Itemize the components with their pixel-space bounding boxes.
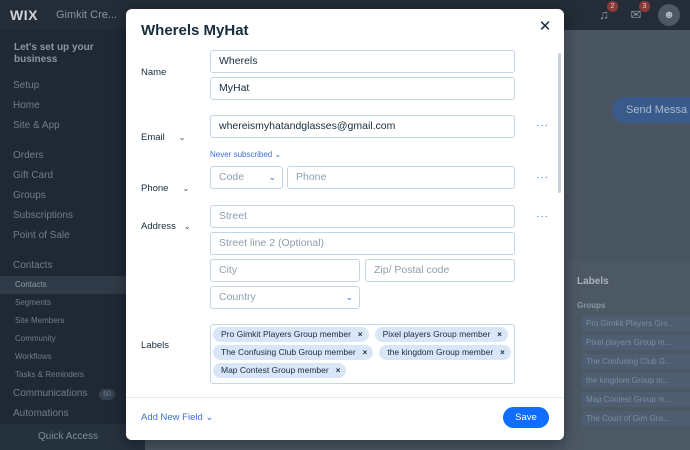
label-chip: the kingdom Group member × xyxy=(379,345,511,360)
send-message-button[interactable]: Send Messa xyxy=(612,97,690,123)
panel-chip: Pro Gimkit Players Gro... xyxy=(582,316,690,331)
panel-chip: The Confusing Club G... xyxy=(582,354,690,369)
modal-scrollbar[interactable] xyxy=(558,53,561,193)
label-chip: The Confusing Club Group member × xyxy=(213,345,374,360)
quick-access-button[interactable]: Quick Access xyxy=(0,424,145,450)
sidebar: Let's set up your business Setup Home Si… xyxy=(0,30,145,450)
sidebar-item-contacts[interactable]: Contacts xyxy=(0,256,145,276)
count-badge: 60 xyxy=(99,389,115,400)
email-more-icon[interactable]: ··· xyxy=(536,120,549,131)
close-icon[interactable]: ✕ xyxy=(536,18,554,36)
phone-more-icon[interactable]: ··· xyxy=(536,172,549,183)
subscription-status-text: Never subscribed xyxy=(210,150,273,159)
sidebar-item-automations[interactable]: Automations xyxy=(0,404,145,424)
label-chips: Pro Gimkit Players Group member × Pixel p… xyxy=(213,327,512,378)
sidebar-item-home[interactable]: Home xyxy=(0,96,145,116)
street2-input[interactable]: Street line 2 (Optional) xyxy=(210,232,515,255)
sidebar-item-point-of-sale[interactable]: Point of Sale xyxy=(0,226,145,246)
edit-contact-modal: Wherels MyHat ✕ Name Wherels MyHat Email… xyxy=(126,9,564,440)
site-selector[interactable]: Gimkit Cre... xyxy=(56,9,117,21)
label-chip: Map Contest Group member × xyxy=(213,363,347,378)
chevron-down-icon: ⌄ xyxy=(183,222,191,231)
sidebar-subitem-tasks[interactable]: Tasks & Reminders xyxy=(0,366,145,384)
sidebar-item-label: Communications xyxy=(13,388,88,399)
label-chip: Pro Gimkit Players Group member × xyxy=(213,327,369,342)
phone-input[interactable]: Phone xyxy=(287,166,515,189)
panel-title: Labels xyxy=(577,276,609,287)
save-button[interactable]: Save xyxy=(503,407,549,428)
add-field-text: Add New Field xyxy=(141,412,203,423)
label-chip: Pixel players Group member × xyxy=(374,327,508,342)
notification-badge: 2 xyxy=(607,1,618,12)
add-new-field-button[interactable]: Add New Field ⌄ xyxy=(141,412,213,423)
label-chip-text: Pro Gimkit Players Group member xyxy=(221,329,351,339)
sidebar-item-subscriptions[interactable]: Subscriptions xyxy=(0,206,145,226)
remove-label-icon[interactable]: × xyxy=(497,327,502,342)
chevron-down-icon: ⌄ xyxy=(182,184,190,193)
sidebar-subitem-site-members[interactable]: Site Members xyxy=(0,312,145,330)
label-chip-text: Pixel players Group member xyxy=(382,329,491,339)
remove-label-icon[interactable]: × xyxy=(500,345,505,360)
panel-chip: The Court of Gim Gro... xyxy=(582,411,690,426)
chevron-down-icon: ⌄ xyxy=(345,292,353,302)
remove-label-icon[interactable]: × xyxy=(363,345,368,360)
contact-side-panel: Labels Groups Pro Gimkit Players Gro... … xyxy=(566,262,690,450)
topbar-actions: ♫ 2 ✉ 3 ☻ xyxy=(594,1,680,26)
label-chip-text: the kingdom Group member xyxy=(387,347,494,357)
phone-label-text: Phone xyxy=(141,183,169,194)
modal-form: Name Wherels MyHat Email ⌄ whereismyhatan… xyxy=(126,49,564,397)
bell-icon[interactable]: ♫ 2 xyxy=(594,1,618,25)
modal-footer: Add New Field ⌄ Save xyxy=(126,397,564,440)
wix-logo[interactable]: WIX xyxy=(10,7,38,23)
panel-chip: Map Contest Group m... xyxy=(582,392,690,407)
label-chip-text: Map Contest Group member xyxy=(221,365,329,375)
sidebar-item-site-app[interactable]: Site & App xyxy=(0,116,145,136)
sidebar-subitem-segments[interactable]: Segments xyxy=(0,294,145,312)
phone-code-select[interactable]: Code ⌄ xyxy=(210,166,283,189)
avatar[interactable]: ☻ xyxy=(658,4,680,26)
chevron-down-icon: ⌄ xyxy=(268,172,276,182)
sidebar-subitem-community[interactable]: Community xyxy=(0,330,145,348)
name-label: Name xyxy=(141,67,167,78)
modal-title: Wherels MyHat xyxy=(141,22,249,39)
first-name-input[interactable]: Wherels xyxy=(210,50,515,73)
sidebar-item-orders[interactable]: Orders xyxy=(0,146,145,166)
country-placeholder: Country xyxy=(219,291,256,303)
zip-input[interactable]: Zip/ Postal code xyxy=(365,259,515,282)
panel-chip: the kingdom Group m... xyxy=(582,373,690,388)
sidebar-subitem-workflows[interactable]: Workflows xyxy=(0,348,145,366)
sidebar-subitem-contacts[interactable]: Contacts xyxy=(0,276,145,294)
address-label-text: Address xyxy=(141,221,176,232)
chevron-down-icon: ⌄ xyxy=(178,133,186,142)
sidebar-item-setup[interactable]: Setup xyxy=(0,76,145,96)
email-label[interactable]: Email ⌄ xyxy=(141,132,185,143)
label-chip-text: The Confusing Club Group member xyxy=(221,347,356,357)
labels-label: Labels xyxy=(141,340,169,351)
chevron-down-icon: ⌄ xyxy=(205,412,214,423)
phone-label[interactable]: Phone ⌄ xyxy=(141,183,189,194)
panel-subtitle: Groups xyxy=(577,301,606,310)
panel-chip: Pixel players Group m... xyxy=(582,335,690,350)
last-name-input[interactable]: MyHat xyxy=(210,77,515,100)
sidebar-item-gift-card[interactable]: Gift Card xyxy=(0,166,145,186)
country-select[interactable]: Country ⌄ xyxy=(210,286,360,309)
city-input[interactable]: City xyxy=(210,259,360,282)
labels-input[interactable]: Pro Gimkit Players Group member × Pixel p… xyxy=(210,324,515,384)
email-input[interactable]: whereismyhatandglasses@gmail.com xyxy=(210,115,515,138)
street-input[interactable]: Street xyxy=(210,205,515,228)
inbox-badge: 3 xyxy=(639,1,650,12)
sidebar-item-communications[interactable]: Communications 60 xyxy=(0,384,145,404)
inbox-icon[interactable]: ✉ 3 xyxy=(626,1,650,25)
address-label[interactable]: Address ⌄ xyxy=(141,221,191,232)
email-label-text: Email xyxy=(141,132,165,143)
address-more-icon[interactable]: ··· xyxy=(536,211,549,222)
remove-label-icon[interactable]: × xyxy=(358,327,363,342)
subscription-status-dropdown[interactable]: Never subscribed ⌄ xyxy=(210,150,281,159)
sidebar-item-groups[interactable]: Groups xyxy=(0,186,145,206)
remove-label-icon[interactable]: × xyxy=(336,363,341,378)
phone-code-placeholder: Code xyxy=(219,171,245,183)
setup-banner[interactable]: Let's set up your business xyxy=(0,30,120,66)
chevron-down-icon: ⌄ xyxy=(274,150,282,159)
